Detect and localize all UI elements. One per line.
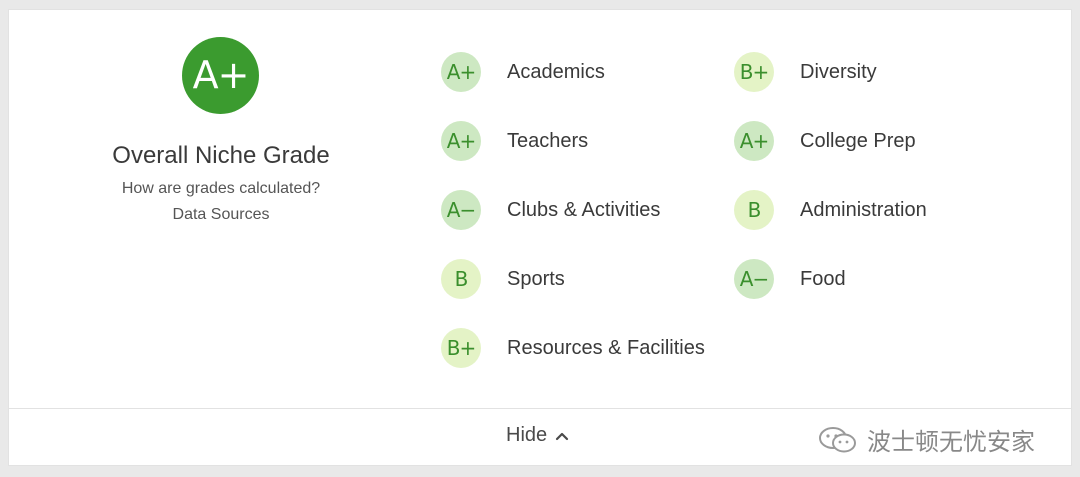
grade-label: Resources & Facilities xyxy=(507,336,705,359)
watermark-text: 波士顿无忧安家 xyxy=(867,428,1035,456)
chevron-up-icon xyxy=(556,432,569,440)
grade-item-college-prep[interactable]: A+ College Prep xyxy=(734,121,916,161)
grade-item-diversity[interactable]: B+ Diversity xyxy=(734,52,877,92)
overall-grade-badge: A+ xyxy=(182,37,259,114)
grade-label: Sports xyxy=(507,267,565,290)
grade-item-administration[interactable]: B Administration xyxy=(734,190,927,230)
grade-label: Diversity xyxy=(800,60,877,83)
grade-label: Teachers xyxy=(507,129,589,152)
grade-badge: B xyxy=(734,190,774,230)
grade-badge: B+ xyxy=(734,52,774,92)
grades-calculation-link[interactable]: How are grades calculated? xyxy=(9,180,433,198)
grade-item-sports[interactable]: B Sports xyxy=(441,259,565,299)
grade-item-teachers[interactable]: A+ Teachers xyxy=(441,121,588,161)
grade-item-clubs-activities[interactable]: A− Clubs & Activities xyxy=(441,190,660,230)
grade-badge: A+ xyxy=(441,52,481,92)
overall-grade-title: Overall Niche Grade xyxy=(112,142,330,169)
grade-item-resources-facilities[interactable]: B+ Resources & Facilities xyxy=(441,328,705,368)
data-sources-link[interactable]: Data Sources xyxy=(9,206,433,224)
grade-item-academics[interactable]: A+ Academics xyxy=(441,52,605,92)
grade-label: Food xyxy=(800,267,846,290)
grade-label: College Prep xyxy=(800,129,916,152)
footer-divider xyxy=(9,408,1071,409)
watermark: 波士顿无忧安家 xyxy=(817,422,1035,457)
grade-badge: B xyxy=(441,259,481,299)
grade-badge: A+ xyxy=(734,121,774,161)
wechat-icon xyxy=(819,426,856,452)
grade-item-food[interactable]: A− Food xyxy=(734,259,846,299)
grade-label: Administration xyxy=(800,198,927,221)
hide-button[interactable]: Hide xyxy=(506,424,569,447)
grade-label: Academics xyxy=(507,60,605,83)
grade-badge: A− xyxy=(441,190,481,230)
grade-badge: B+ xyxy=(441,328,481,368)
hide-button-label: Hide xyxy=(506,424,548,446)
grade-badge: A+ xyxy=(441,121,481,161)
grade-label: Clubs & Activities xyxy=(507,198,661,221)
grade-badge: A− xyxy=(734,259,774,299)
grades-card: A+ Overall Niche Grade How are grades ca… xyxy=(8,9,1072,466)
